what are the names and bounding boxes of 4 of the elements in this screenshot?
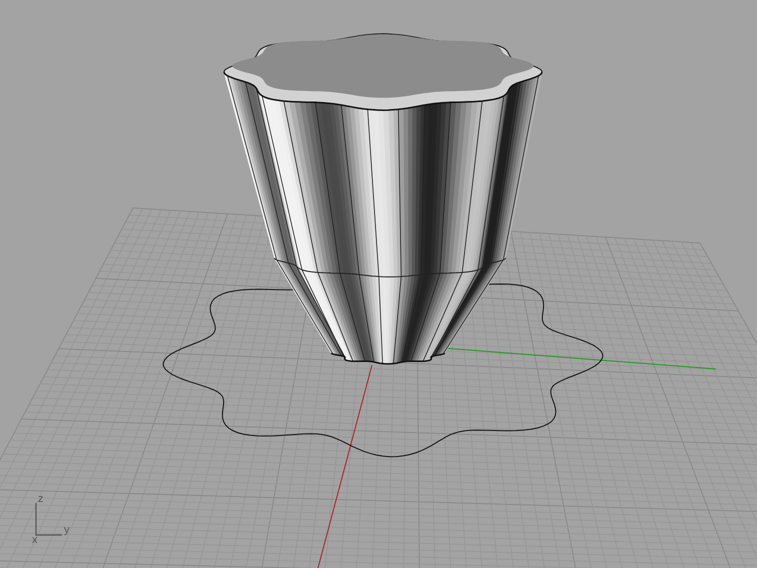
axis-label: z xyxy=(38,494,44,505)
axis-label: y xyxy=(64,525,70,536)
axis-label: x xyxy=(32,535,38,546)
axis-icon xyxy=(35,503,63,536)
